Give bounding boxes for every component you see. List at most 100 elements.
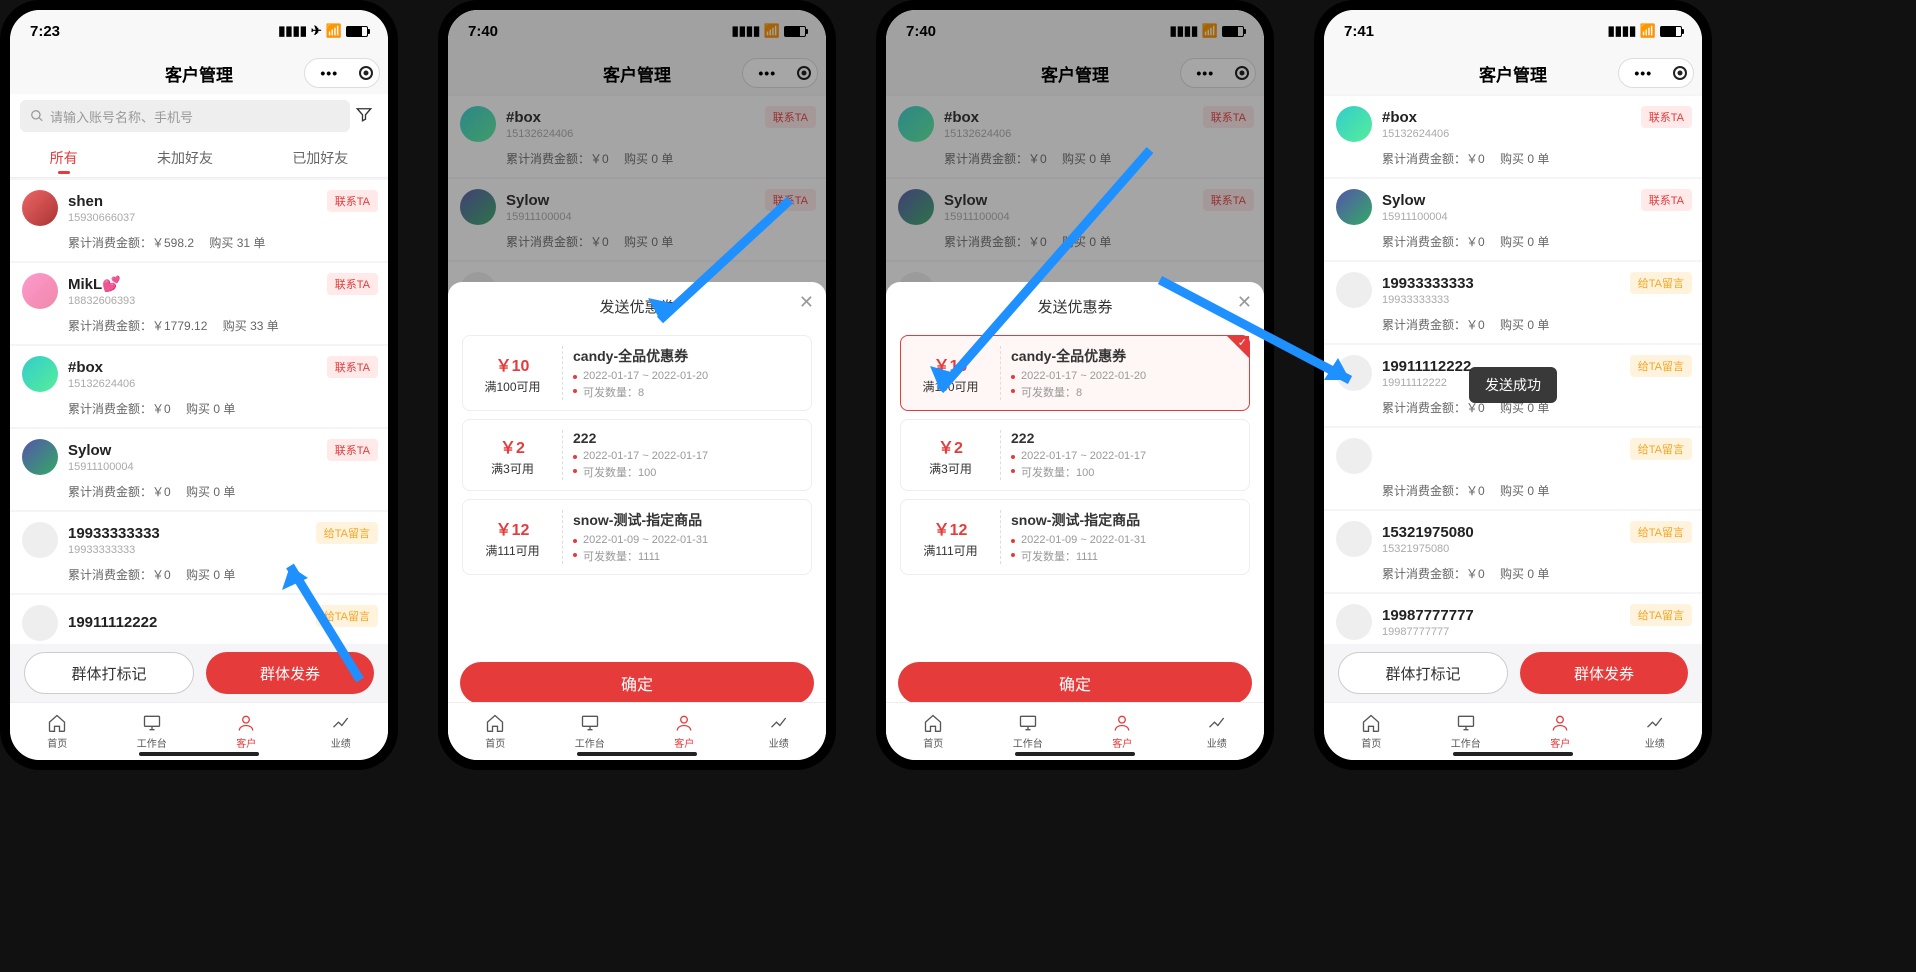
- mp-capsule[interactable]: •••: [1618, 58, 1694, 88]
- coupon-amount: ￥2: [500, 434, 525, 458]
- orders-value: 购买 0 单: [1500, 235, 1549, 249]
- coupon-condition: 满3可用: [491, 460, 534, 477]
- status-bar: 7:41 ▮▮▮▮ 📶: [1324, 10, 1702, 52]
- customer-phone: 19933333333: [1382, 294, 1474, 306]
- customer-summary: 累计消费金额：￥598.2 购买 31 单: [22, 234, 376, 251]
- bulk-tag-button[interactable]: 群体打标记: [1338, 652, 1508, 694]
- tab-not-friend[interactable]: 未加好友: [157, 148, 213, 168]
- spend-value: 累计消费金额：￥0: [1382, 235, 1485, 249]
- tabbar-home[interactable]: 首页: [1324, 703, 1419, 760]
- spend-value: 累计消费金额：￥1779.12: [68, 319, 207, 333]
- close-icon[interactable]: ✕: [1237, 292, 1252, 313]
- customer-card[interactable]: 15321975080 15321975080 给TA留言 累计消费金额：￥0 …: [1324, 511, 1702, 592]
- tabbar-performance[interactable]: 业绩: [294, 703, 389, 760]
- coupon-item[interactable]: ￥12 满111可用 snow-测试-指定商品 2022-01-09 ~ 202…: [900, 499, 1250, 575]
- action-badge[interactable]: 给TA留言: [1630, 604, 1692, 626]
- tab-friend[interactable]: 已加好友: [292, 148, 348, 168]
- monitor-icon: [580, 713, 600, 733]
- coupon-item[interactable]: ￥2 满3可用 222 2022-01-17 ~ 2022-01-17 可发数量…: [900, 419, 1250, 491]
- spend-value: 累计消费金额：￥0: [1382, 401, 1485, 415]
- coupon-item[interactable]: ￥10 满100可用 candy-全品优惠券 2022-01-17 ~ 2022…: [462, 335, 812, 411]
- avatar: [1336, 521, 1372, 557]
- action-badge[interactable]: 联系TA: [1641, 106, 1692, 128]
- bulk-tag-button[interactable]: 群体打标记: [24, 652, 194, 694]
- coupon-daterange: 2022-01-17 ~ 2022-01-17: [1011, 450, 1239, 462]
- action-badge[interactable]: 给TA留言: [1630, 521, 1692, 543]
- action-badge[interactable]: 给TA留言: [1630, 355, 1692, 377]
- customer-name: 15321975080: [1382, 524, 1474, 541]
- customer-card[interactable]: #box 15132624406 联系TA 累计消费金额：￥0 购买 0 单: [10, 346, 388, 427]
- coupon-daterange: 2022-01-17 ~ 2022-01-17: [573, 450, 801, 462]
- coupon-daterange: 2022-01-17 ~ 2022-01-20: [1011, 370, 1239, 382]
- close-ring-icon[interactable]: [359, 66, 373, 80]
- orders-value: 购买 0 单: [1500, 152, 1549, 166]
- action-badge[interactable]: 联系TA: [327, 273, 378, 295]
- customer-card[interactable]: 19987777777 19987777777 给TA留言: [1324, 594, 1702, 644]
- customer-card[interactable]: 19933333333 19933333333 给TA留言 累计消费金额：￥0 …: [1324, 262, 1702, 343]
- customer-list[interactable]: shen 15930666037 联系TA 累计消费金额：￥598.2 购买 3…: [10, 178, 388, 644]
- action-badge[interactable]: 给TA留言: [1630, 272, 1692, 294]
- avatar: [22, 190, 58, 226]
- close-icon[interactable]: ✕: [799, 292, 814, 313]
- search-icon: [30, 109, 44, 123]
- menu-dots-icon[interactable]: •••: [311, 65, 348, 81]
- customer-card[interactable]: Sylow 15911100004 联系TA 累计消费金额：￥0 购买 0 单: [1324, 179, 1702, 260]
- customer-card[interactable]: Sylow 15911100004 联系TA 累计消费金额：￥0 购买 0 单: [10, 429, 388, 510]
- orders-value: 购买 0 单: [186, 568, 235, 582]
- customer-card[interactable]: 给TA留言 累计消费金额：￥0 购买 0 单: [1324, 428, 1702, 509]
- customer-summary: 累计消费金额：￥1779.12 购买 33 单: [22, 317, 376, 334]
- tabbar-home[interactable]: 首页: [886, 703, 981, 760]
- action-badge[interactable]: 联系TA: [327, 356, 378, 378]
- filter-icon[interactable]: [350, 105, 378, 128]
- sheet-title: 发送优惠券: [898, 292, 1252, 327]
- action-badge[interactable]: 联系TA: [327, 190, 378, 212]
- clock: 7:41: [1344, 23, 1374, 40]
- tabbar-performance[interactable]: 业绩: [1608, 703, 1703, 760]
- customer-name: #box: [68, 359, 135, 376]
- customer-card[interactable]: #box 15132624406 联系TA 累计消费金额：￥0 购买 0 单: [1324, 96, 1702, 177]
- action-badge[interactable]: 给TA留言: [316, 522, 378, 544]
- customer-name: MikL💕: [68, 275, 135, 293]
- action-badge[interactable]: 给TA留言: [1630, 438, 1692, 460]
- confirm-button[interactable]: 确定: [460, 662, 814, 704]
- avatar: [1336, 438, 1372, 474]
- tab-all[interactable]: 所有: [50, 148, 78, 168]
- orders-value: 购买 33 单: [223, 319, 279, 333]
- tabbar-home[interactable]: 首页: [10, 703, 105, 760]
- customer-summary: 累计消费金额：￥0 购买 0 单: [22, 400, 376, 417]
- menu-dots-icon[interactable]: •••: [1625, 65, 1662, 81]
- coupon-item[interactable]: ￥2 满3可用 222 2022-01-17 ~ 2022-01-17 可发数量…: [462, 419, 812, 491]
- orders-value: 购买 0 单: [186, 485, 235, 499]
- mp-capsule[interactable]: •••: [304, 58, 380, 88]
- coupon-list[interactable]: ￥10 满100可用 candy-全品优惠券 2022-01-17 ~ 2022…: [898, 335, 1252, 575]
- confirm-button[interactable]: 确定: [898, 662, 1252, 704]
- coupon-item[interactable]: ￥10 满100可用 candy-全品优惠券 2022-01-17 ~ 2022…: [900, 335, 1250, 411]
- coupon-condition: 满111可用: [923, 542, 977, 559]
- customer-card[interactable]: 19911112222 给TA留言: [10, 595, 388, 644]
- tabbar-performance[interactable]: 业绩: [1170, 703, 1265, 760]
- trend-icon: [1207, 713, 1227, 733]
- action-badge[interactable]: 联系TA: [327, 439, 378, 461]
- coupon-item[interactable]: ￥12 满111可用 snow-测试-指定商品 2022-01-09 ~ 202…: [462, 499, 812, 575]
- trend-icon: [769, 713, 789, 733]
- tabbar-home[interactable]: 首页: [448, 703, 543, 760]
- coupon-list[interactable]: ￥10 满100可用 candy-全品优惠券 2022-01-17 ~ 2022…: [460, 335, 814, 575]
- search-placeholder: 请输入账号名称、手机号: [50, 107, 193, 126]
- action-badge[interactable]: 联系TA: [1641, 189, 1692, 211]
- spend-value: 累计消费金额：￥0: [1382, 567, 1485, 581]
- search-input[interactable]: 请输入账号名称、手机号: [20, 100, 350, 132]
- action-badge[interactable]: 给TA留言: [316, 605, 378, 627]
- customer-card[interactable]: 19933333333 19933333333 给TA留言 累计消费金额：￥0 …: [10, 512, 388, 593]
- home-icon: [485, 713, 505, 733]
- page-title: 客户管理: [1479, 61, 1547, 86]
- customer-card[interactable]: shen 15930666037 联系TA 累计消费金额：￥598.2 购买 3…: [10, 180, 388, 261]
- tabbar-performance[interactable]: 业绩: [732, 703, 827, 760]
- bulk-coupon-button[interactable]: 群体发券: [1520, 652, 1688, 694]
- customer-name: 19933333333: [68, 525, 160, 542]
- bulk-coupon-button[interactable]: 群体发券: [206, 652, 374, 694]
- close-ring-icon[interactable]: [1673, 66, 1687, 80]
- home-icon: [1361, 713, 1381, 733]
- coupon-amount: ￥12: [496, 516, 530, 540]
- customer-card[interactable]: MikL💕 18832606393 联系TA 累计消费金额：￥1779.12 购…: [10, 263, 388, 344]
- coupon-amount: ￥2: [938, 434, 963, 458]
